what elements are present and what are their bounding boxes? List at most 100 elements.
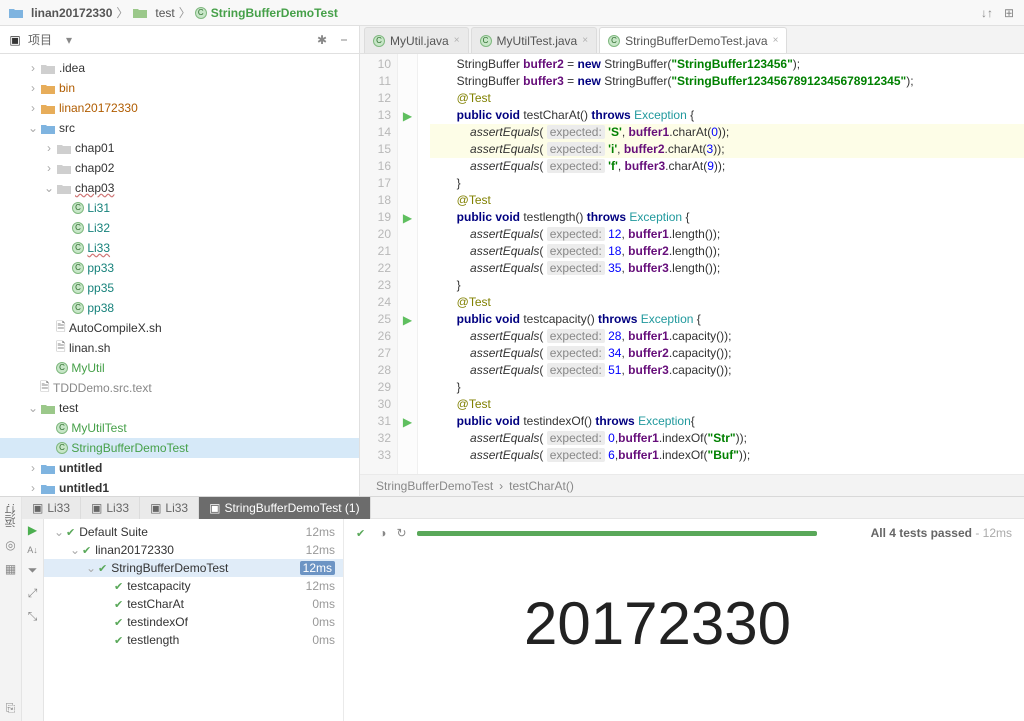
file-icon: 🗎 — [40, 378, 50, 399]
tree-item[interactable]: ›untitled — [0, 458, 359, 478]
sort-icon[interactable]: ↓↑ — [980, 6, 994, 20]
tree-item[interactable]: C MyUtil — [0, 358, 359, 378]
tree-twisty[interactable]: ⌄ — [84, 561, 98, 575]
run-tab[interactable]: ▣Li33 — [81, 497, 140, 519]
tree-item[interactable]: ›chap02 — [0, 158, 359, 178]
breadcrumb-current[interactable]: StringBufferDemoTest — [211, 6, 338, 20]
file-icon: 🗎 — [56, 318, 66, 339]
test-tree-item[interactable]: ✔testlength0ms — [44, 631, 343, 649]
tree-item[interactable]: ›untitled1 — [0, 478, 359, 496]
tree-item[interactable]: ⌄chap03 — [0, 178, 359, 198]
sort-alpha-icon[interactable]: A↓ — [27, 545, 38, 555]
tree-item[interactable]: ›chap01 — [0, 138, 359, 158]
tree-label: Li33 — [87, 241, 110, 255]
test-time: 0ms — [312, 597, 335, 611]
tree-item[interactable]: C pp33 — [0, 258, 359, 278]
tree-twisty[interactable]: › — [26, 461, 40, 475]
tree-item[interactable]: C pp35 — [0, 278, 359, 298]
tree-twisty[interactable]: › — [42, 161, 56, 175]
editor-tab[interactable]: CMyUtilTest.java× — [471, 27, 598, 53]
tree-item[interactable]: C pp38 — [0, 298, 359, 318]
folder-icon — [40, 61, 56, 75]
project-view-icon[interactable]: ▣ — [8, 33, 22, 47]
tests-icon[interactable]: ↻ — [396, 526, 406, 540]
gear-icon[interactable]: ✱ — [315, 33, 329, 47]
breadcrumb-root[interactable]: linan20172330 — [31, 6, 112, 20]
editor-tab[interactable]: CStringBufferDemoTest.java× — [599, 27, 787, 53]
run-line-icon[interactable]: ▶ — [403, 313, 412, 327]
run-line-icon[interactable]: ▶ — [403, 109, 412, 123]
pin-icon[interactable]: ⎘ — [4, 701, 18, 715]
tree-twisty[interactable]: ⌄ — [42, 181, 56, 195]
editor-breadcrumb: StringBufferDemoTest › testCharAt() — [360, 474, 1024, 496]
tree-item[interactable]: 🗎 AutoCompileX.sh — [0, 318, 359, 338]
tree-twisty[interactable]: ⌄ — [68, 543, 82, 557]
tree-label: pp38 — [87, 301, 114, 315]
tree-twisty[interactable]: › — [26, 61, 40, 75]
tree-item[interactable]: ›bin — [0, 78, 359, 98]
target-icon[interactable]: ◎ — [4, 538, 18, 552]
run-left-rail: 运行: ◎ ▦ ⎘ — [0, 497, 22, 721]
tree-item[interactable]: C StringBufferDemoTest — [0, 438, 359, 458]
project-tree[interactable]: ›.idea›bin›linan20172330 ⌄ src ›chap01›chap… — [0, 54, 359, 496]
tree-item[interactable]: ⌄ src — [0, 118, 359, 138]
run-status-text: All 4 tests passed — [871, 526, 972, 540]
run-tab[interactable]: ▣StringBufferDemoTest (1) — [199, 497, 371, 519]
tree-item[interactable]: ⌄test — [0, 398, 359, 418]
code-editor[interactable]: StringBuffer buffer2 = new StringBuffer(… — [418, 54, 1024, 474]
tree-twisty[interactable]: ⌄ — [52, 525, 66, 539]
layout-icon[interactable]: ⊞ — [1002, 6, 1016, 20]
expand-icon[interactable]: ⤢ — [28, 586, 38, 601]
close-icon[interactable]: × — [454, 35, 460, 46]
tree-item[interactable]: C Li31 — [0, 198, 359, 218]
run-line-icon[interactable]: ▶ — [403, 415, 412, 429]
test-tree-item[interactable]: ✔testcapacity12ms — [44, 577, 343, 595]
tree-item[interactable]: 🗎 TDDDemo.src.text — [0, 378, 359, 398]
tree-twisty[interactable]: › — [26, 101, 40, 115]
tree-item[interactable]: ›linan20172330 — [0, 98, 359, 118]
tree-twisty[interactable]: › — [42, 141, 56, 155]
tree-item[interactable]: C MyUtilTest — [0, 418, 359, 438]
breadcrumb-mid[interactable]: test — [155, 6, 174, 20]
collapse-icon[interactable]: ⎯ — [337, 33, 351, 47]
run-tab[interactable]: ▣Li33 — [22, 497, 81, 519]
test-tree-item[interactable]: ⌄✔StringBufferDemoTest12ms — [44, 559, 343, 577]
tab-label: Li33 — [106, 501, 129, 515]
tree-twisty[interactable]: ⌄ — [26, 401, 40, 415]
test-tree-item[interactable]: ✔testindexOf0ms — [44, 613, 343, 631]
run-line-icon[interactable]: ▶ — [403, 211, 412, 225]
filter-icon[interactable]: ⏷ — [28, 563, 38, 578]
close-icon[interactable]: × — [582, 35, 588, 46]
tree-twisty[interactable]: › — [26, 81, 40, 95]
class-icon: C — [72, 262, 84, 274]
status-icon[interactable]: ◑ — [379, 526, 386, 540]
test-tree-item[interactable]: ⌄✔linan2017233012ms — [44, 541, 343, 559]
tree-label: src — [59, 121, 75, 135]
tree-item[interactable]: C Li33 — [0, 238, 359, 258]
run-tab[interactable]: ▣Li33 — [140, 497, 199, 519]
tree-twisty[interactable]: › — [26, 481, 40, 495]
editor-breadcrumb-class[interactable]: StringBufferDemoTest — [376, 479, 493, 493]
class-icon: C — [373, 35, 385, 47]
editor-tab[interactable]: CMyUtil.java× — [364, 27, 469, 53]
test-tree[interactable]: ⌄✔Default Suite12ms⌄✔linan2017233012ms⌄✔… — [44, 519, 344, 721]
tree-item[interactable]: ›.idea — [0, 58, 359, 78]
test-tree-item[interactable]: ⌄✔Default Suite12ms — [44, 523, 343, 541]
test-tree-item[interactable]: ✔testCharAt0ms — [44, 595, 343, 613]
sidebar-title: 项目 — [28, 31, 52, 48]
test-name: testcapacity — [127, 579, 190, 593]
tree-item[interactable]: C Li32 — [0, 218, 359, 238]
folder-icon — [40, 461, 56, 475]
check-icon: ✔ — [114, 616, 123, 629]
tree-twisty[interactable]: ⌄ — [26, 121, 40, 135]
tree-item[interactable]: 🗎 linan.sh — [0, 338, 359, 358]
close-icon[interactable]: × — [773, 35, 779, 46]
collapse-all-icon[interactable]: ⤡ — [28, 609, 38, 624]
editor-breadcrumb-method[interactable]: testCharAt() — [509, 479, 574, 493]
check-icon: ✔ — [114, 634, 123, 647]
dropdown-icon[interactable]: ▾ — [66, 33, 72, 47]
module-icon[interactable]: ▦ — [4, 562, 18, 576]
run-panel: 运行: ◎ ▦ ⎘ ▣Li33▣Li33▣Li33▣StringBufferDe… — [0, 496, 1024, 721]
play-icon[interactable]: ▶ — [28, 523, 37, 537]
folder-icon — [132, 6, 148, 20]
